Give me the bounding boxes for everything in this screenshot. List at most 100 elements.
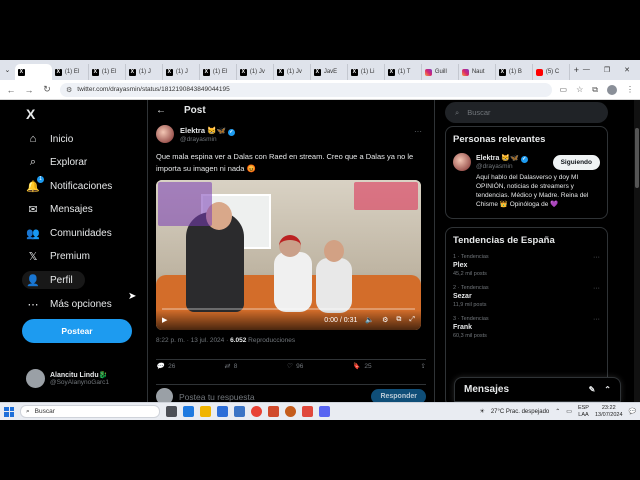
author-handle[interactable]: @drayasmin <box>180 136 235 143</box>
browser-tab[interactable]: Guill <box>422 64 459 80</box>
forward-icon[interactable]: → <box>24 85 34 95</box>
back-icon[interactable]: ← <box>6 85 16 95</box>
account-switcher[interactable]: Alancitu Lindu🐉 @SoyAlanynoGarc1 <box>26 369 109 388</box>
browser-tab[interactable]: X (1) B <box>496 64 533 80</box>
following-button[interactable]: Siguiendo <box>552 154 600 170</box>
url-field[interactable]: ⚙ twitter.com/drayasmin/status/181219084… <box>60 82 552 97</box>
new-message-icon[interactable]: ✎ <box>589 385 596 394</box>
relevant-user-handle[interactable]: @drayasmin <box>476 163 528 170</box>
page-scrollbar[interactable] <box>634 100 640 402</box>
nav-item-explore[interactable]: ⌕ Explorar <box>26 153 87 171</box>
tray-expand-icon[interactable]: ⌃ <box>555 408 560 415</box>
tab-menu-icon[interactable]: ⌄ <box>0 60 15 80</box>
browser-tab[interactable]: X (1) El <box>52 64 89 80</box>
bookmark-star-icon[interactable]: ☆ <box>576 85 583 94</box>
browser-tab[interactable]: X (1) El <box>200 64 237 80</box>
weather-text[interactable]: 27°C Prac. despejado <box>491 409 549 415</box>
taskbar-search[interactable]: ⌕ Buscar <box>20 405 160 418</box>
miniplayer-icon[interactable]: ⧉ <box>396 316 401 324</box>
share-icon[interactable]: ⇪ <box>421 362 426 370</box>
scrollbar-thumb[interactable] <box>635 128 639 188</box>
post-timestamp[interactable]: 8:22 p. m. · 13 jul. 2024 · <box>156 337 230 344</box>
profile-avatar[interactable] <box>607 84 617 95</box>
new-tab-button[interactable]: + <box>570 65 583 75</box>
extensions-icon[interactable]: ⧉ <box>592 85 598 95</box>
trend-item[interactable]: 2 · Tendencias Sezar 11,9 mil posts ··· <box>453 285 600 308</box>
video-player[interactable]: ▶ 0:00 / 0:31 🔈 ⚙ ⧉ ⤢ <box>156 180 421 330</box>
browser-tab[interactable]: X (1) Li <box>348 64 385 80</box>
cast-icon[interactable]: ▭ <box>560 85 568 94</box>
minimize-icon[interactable]: — <box>583 66 590 74</box>
relevant-user-name[interactable]: Elektra 😸🦋 <box>476 155 519 162</box>
author-name[interactable]: Elektra 😸🦋 <box>180 126 226 135</box>
language-indicator[interactable]: ESP LAA <box>578 405 589 419</box>
nav-item-messages[interactable]: ✉ Mensajes <box>26 200 92 218</box>
play-icon[interactable]: ▶ <box>162 316 167 324</box>
task-view-icon[interactable] <box>166 406 177 417</box>
browser-tab[interactable]: X (1) T <box>385 64 422 80</box>
mail-icon[interactable] <box>217 406 228 417</box>
notifications-icon[interactable]: 💬 <box>629 408 636 415</box>
post-author[interactable]: Elektra 😸🦋 ✓ @drayasmin <box>156 125 235 143</box>
discord-icon[interactable] <box>319 406 330 417</box>
x-logo-icon[interactable]: X <box>26 106 35 122</box>
more-options-icon[interactable]: ··· <box>414 127 422 136</box>
chrome-icon[interactable] <box>251 406 262 417</box>
app-icon[interactable] <box>285 406 296 417</box>
clock[interactable]: 23:22 13/07/2024 <box>595 405 623 419</box>
nav-item-notifications[interactable]: 🔔 1 Notificaciones <box>26 175 112 195</box>
browser-tab[interactable]: X (1) El <box>89 64 126 80</box>
reload-icon[interactable]: ↻ <box>42 84 52 95</box>
volume-icon[interactable]: 🔈 <box>365 316 374 324</box>
browser-tab[interactable]: Naut <box>459 64 496 80</box>
windows-start-icon[interactable] <box>4 406 14 417</box>
file-explorer-icon[interactable] <box>200 406 211 417</box>
more-options-icon[interactable]: ··· <box>593 254 600 261</box>
repost-action[interactable]: ⇄ 8 <box>224 362 237 371</box>
browser-tab[interactable]: X (1) J <box>126 64 163 80</box>
more-options-icon[interactable]: ··· <box>593 316 600 323</box>
bookmark-action[interactable]: 🔖 25 <box>352 362 371 371</box>
post-button[interactable]: Postear <box>22 319 132 343</box>
weather-icon[interactable]: ☀ <box>479 408 484 415</box>
reply-action[interactable]: 💬 26 <box>156 362 175 371</box>
nav-item-more-options[interactable]: ⋯ Más opciones <box>26 295 112 313</box>
bookmark-icon: 🔖 <box>352 363 361 370</box>
nav-item-premium[interactable]: 𝕏 Premium <box>26 247 90 265</box>
microphone-app-icon[interactable] <box>302 406 313 417</box>
maximize-icon[interactable]: ❐ <box>604 66 610 74</box>
office-icon[interactable] <box>268 406 279 417</box>
site-info-icon[interactable]: ⚙ <box>66 86 72 94</box>
browser-tab[interactable]: X (1) J <box>163 64 200 80</box>
browser-menu-icon[interactable]: ⋮ <box>626 85 634 94</box>
browser-tab[interactable]: X (1) Jv <box>237 64 274 80</box>
browser-tab[interactable]: X (1) Jv <box>274 64 311 80</box>
avatar[interactable] <box>453 153 471 171</box>
expand-icon[interactable]: ⌃ <box>604 385 611 394</box>
relevant-user[interactable]: Elektra 😸🦋 ✓ @drayasmin Siguiendo <box>453 153 600 171</box>
trend-item[interactable]: 1 · Tendencias Plex 45,2 mil posts ··· <box>453 254 600 277</box>
nav-item-home[interactable]: ⌂ Inicio <box>26 130 74 148</box>
network-icon[interactable]: ▭ <box>566 408 572 415</box>
settings-icon[interactable]: ⚙ <box>382 316 388 324</box>
like-action[interactable]: ♡ 96 <box>286 362 303 371</box>
search-input[interactable]: ⌕ Buscar <box>445 102 608 123</box>
nav-item-communities[interactable]: 👥 Comunidades <box>26 224 112 242</box>
avatar[interactable] <box>156 125 174 143</box>
browser-tab[interactable]: X <box>14 64 52 80</box>
messages-drawer[interactable]: Mensajes ✎ ⌃ <box>454 377 621 402</box>
address-bar-actions: ▭ ☆ ⧉ ⋮ <box>560 84 634 95</box>
video-person-head <box>324 240 344 262</box>
edge-icon[interactable] <box>183 406 194 417</box>
nav-item-profile[interactable]: 👤 Perfil <box>22 271 85 289</box>
store-icon[interactable] <box>234 406 245 417</box>
reply-input[interactable]: Postea tu respuesta <box>179 392 255 402</box>
close-icon[interactable]: ✕ <box>624 66 630 74</box>
back-arrow-icon[interactable]: ← <box>156 105 166 116</box>
reply-button[interactable]: Responder <box>371 389 426 402</box>
more-options-icon[interactable]: ··· <box>593 285 600 292</box>
browser-tab[interactable]: (5) C <box>533 64 570 80</box>
fullscreen-icon[interactable]: ⤢ <box>409 316 415 324</box>
trend-item[interactable]: 3 · Tendencias Frank 60,3 mil posts ··· <box>453 316 600 339</box>
browser-tab[interactable]: X JavE <box>311 64 348 80</box>
